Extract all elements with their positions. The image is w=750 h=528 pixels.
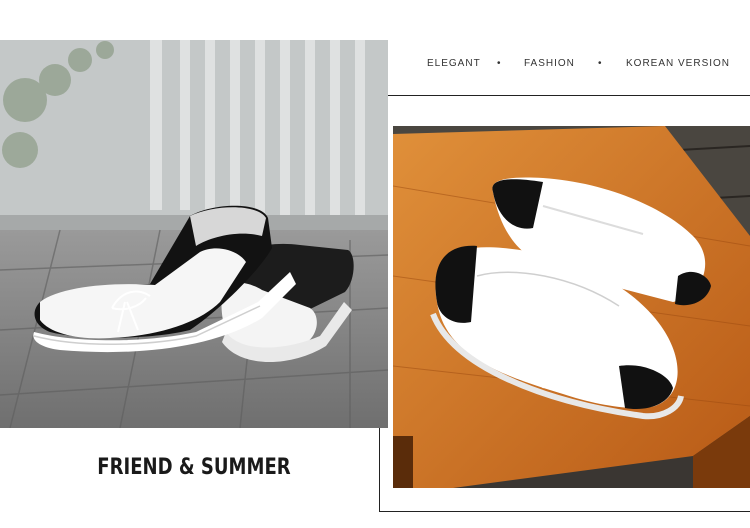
frame-line-bottom xyxy=(379,511,750,512)
product-photo-bench xyxy=(393,126,750,488)
caption-title: FRIEND & SUMMER xyxy=(97,455,291,480)
tagline-elegant: ELEGANT xyxy=(427,58,481,69)
frame-line-top xyxy=(388,95,750,96)
tagline-fashion: FASHION xyxy=(524,58,575,69)
tagline: ELEGANT • FASHION • KOREAN VERSION xyxy=(405,58,750,72)
tagline-korean-version: KOREAN VERSION xyxy=(626,58,731,69)
tagline-separator: • xyxy=(497,58,502,69)
product-photo-street xyxy=(0,40,388,428)
tagline-separator: • xyxy=(598,58,603,69)
